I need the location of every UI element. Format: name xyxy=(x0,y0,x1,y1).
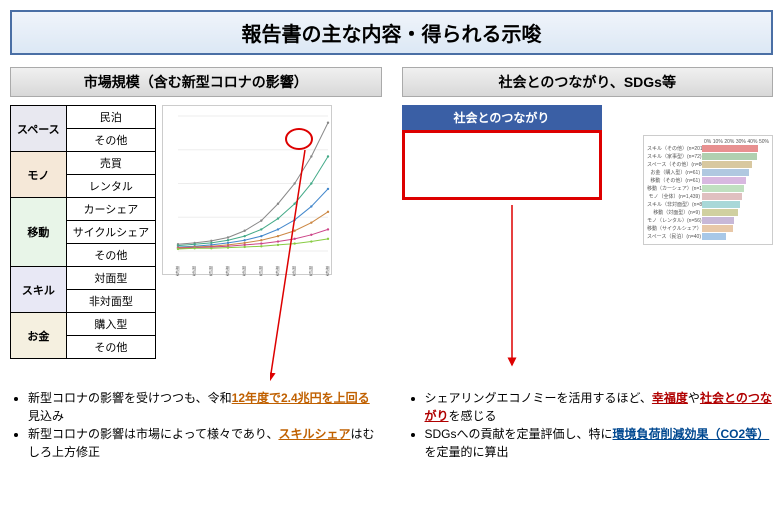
sub-cell: レンタル xyxy=(66,175,155,198)
bar-row: モノ（全体）(n=1,439) xyxy=(647,193,769,200)
right-bullets: シェアリングエコノミーを活用するほど、幸福度や社会とのつながりを感じる SDGs… xyxy=(407,389,774,461)
left-content: スペース民泊 その他 モノ売買 レンタル 移動カーシェア サイクルシェア その他… xyxy=(10,105,382,359)
svg-text:期初予測: 期初予測 xyxy=(242,265,247,276)
cat-cell: スキル xyxy=(11,267,67,313)
cat-cell: スペース xyxy=(11,106,67,152)
sub-cell: 民泊 xyxy=(66,106,155,129)
bullet: シェアリングエコノミーを活用するほど、幸福度や社会とのつながりを感じる xyxy=(425,389,774,425)
bar-row: スキル（その他）(n=201) xyxy=(647,145,769,152)
left-column: 市場規模（含む新型コロナの影響） スペース民泊 その他 モノ売買 レンタル 移動… xyxy=(10,67,382,359)
cat-cell: モノ xyxy=(11,152,67,198)
left-section-header: 市場規模（含む新型コロナの影響） xyxy=(10,67,382,97)
sub-cell: 非対面型 xyxy=(66,290,155,313)
bar-row: 移動（対面型）(n=9) xyxy=(647,209,769,216)
svg-text:期初予測: 期初予測 xyxy=(292,265,297,276)
social-header: 社会とのつながり xyxy=(402,105,602,130)
right-arrow xyxy=(492,205,532,375)
svg-text:期初予測: 期初予測 xyxy=(209,265,214,276)
left-bullets: 新型コロナの影響を受けつつも、令和12年度で2.4兆円を上回る見込み 新型コロナ… xyxy=(10,389,377,461)
category-table: スペース民泊 その他 モノ売買 レンタル 移動カーシェア サイクルシェア その他… xyxy=(10,105,156,359)
svg-text:期初予測: 期初予測 xyxy=(276,265,281,276)
bullet: 新型コロナの影響を受けつつも、令和12年度で2.4兆円を上回る見込み xyxy=(28,389,377,425)
cat-cell: お金 xyxy=(11,313,67,359)
bar-row: お金（購入型）(n=61) xyxy=(647,169,769,176)
sub-cell: 対面型 xyxy=(66,267,155,290)
svg-text:期初予測: 期初予測 xyxy=(192,265,197,276)
svg-text:期初予測: 期初予測 xyxy=(326,265,331,276)
bullet: 新型コロナの影響は市場によって様々であり、スキルシェアはむしろ上方修正 xyxy=(28,425,377,461)
highlight-box xyxy=(402,130,602,200)
bar-row: 移動（カーシェア）(n=179) xyxy=(647,185,769,192)
bar-row: スキル（家事型）(n=72) xyxy=(647,153,769,160)
line-chart: 期初予測 期初予測 期初予測 期初予測 期初予測 期初予測 期初予測 期初予測 期初予測 期初予測 xyxy=(162,105,332,275)
bar-row: モノ（レンタル）(n=56) xyxy=(647,217,769,224)
bar-row: 移動（サイクルシェア）(n=58) xyxy=(647,225,769,232)
svg-text:期初予測: 期初予測 xyxy=(259,265,264,276)
svg-text:期初予測: 期初予測 xyxy=(176,265,181,276)
sub-cell: カーシェア xyxy=(66,198,155,221)
bar-chart: 0%10%20%30%40%50% スキル（その他）(n=201)スキル（家事型… xyxy=(643,135,773,245)
main-columns: 市場規模（含む新型コロナの影響） スペース民泊 その他 モノ売買 レンタル 移動… xyxy=(10,67,773,359)
page-title: 報告書の主な内容・得られる示唆 xyxy=(10,10,773,55)
right-content: 社会とのつながり 0%10%20%30%40%50% スキル（その他）(n=20… xyxy=(402,105,774,305)
bottom-text: 新型コロナの影響を受けつつも、令和12年度で2.4兆円を上回る見込み 新型コロナ… xyxy=(10,389,773,461)
cat-cell: 移動 xyxy=(11,198,67,267)
sub-cell: 売買 xyxy=(66,152,155,175)
bullet: SDGsへの貢献を定量評価し、特に環境負荷削減効果（CO2等）を定量的に算出 xyxy=(425,425,774,461)
right-section-header: 社会とのつながり、SDGs等 xyxy=(402,67,774,97)
bar-row: スペース（民泊）(n=40) xyxy=(647,233,769,240)
sub-cell: 購入型 xyxy=(66,313,155,336)
sub-cell: その他 xyxy=(66,244,155,267)
svg-text:期初予測: 期初予測 xyxy=(309,265,314,276)
sub-cell: サイクルシェア xyxy=(66,221,155,244)
bar-row: スキル（非対面型）(n=86) xyxy=(647,201,769,208)
sub-cell: その他 xyxy=(66,336,155,359)
highlight-circle xyxy=(285,128,313,150)
sub-cell: その他 xyxy=(66,129,155,152)
right-column: 社会とのつながり、SDGs等 社会とのつながり 0%10%20%30%40%50… xyxy=(402,67,774,359)
bar-row: 移動（その他）(n=61) xyxy=(647,177,769,184)
svg-text:期初予測: 期初予測 xyxy=(226,265,231,276)
bar-row: スペース（その他）(n=80) xyxy=(647,161,769,168)
